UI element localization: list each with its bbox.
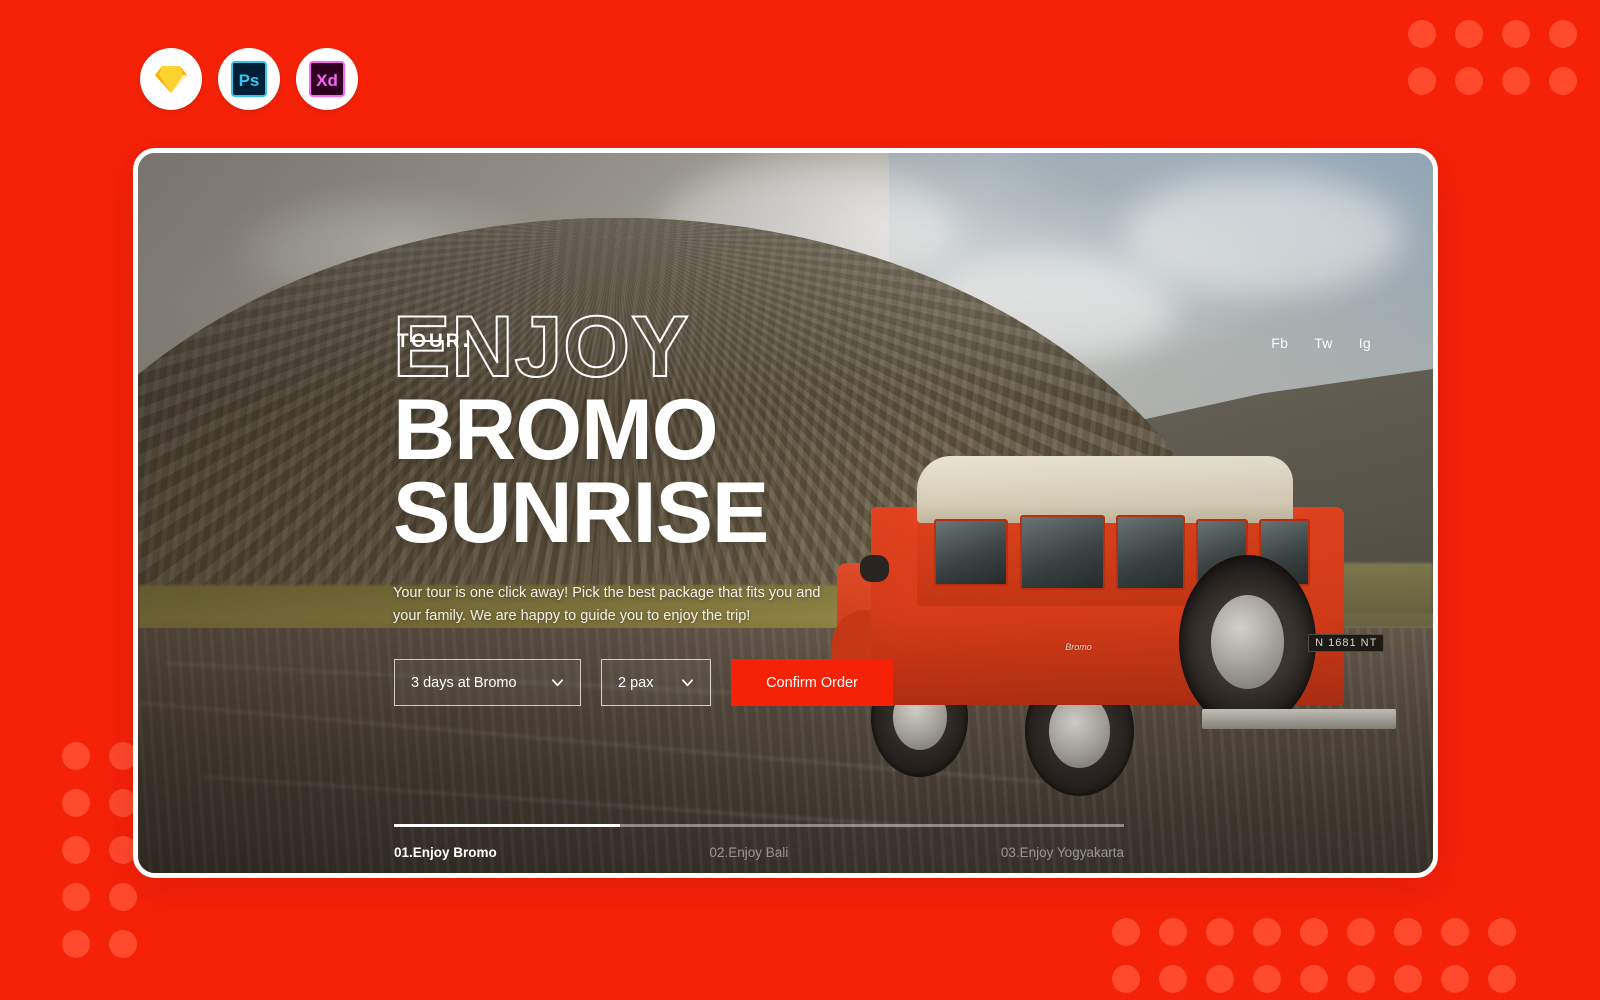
social-nav: Fb Tw Ig (1271, 335, 1371, 351)
confirm-order-button[interactable]: Confirm Order (731, 659, 893, 706)
nav-link-twitter[interactable]: Tw (1314, 335, 1333, 351)
app-badges: Ps Xd (140, 48, 358, 110)
package-select-value: 3 days at Bromo (411, 674, 517, 691)
sketch-icon[interactable] (140, 48, 202, 110)
slider-pagination: 01.Enjoy Bromo 02.Enjoy Bali 03.Enjoy Yo… (394, 845, 1124, 860)
hero-card: N 1681 NT Bromo TOUR. Fb Tw Ig ENJOY BRO… (133, 148, 1438, 878)
headline-line-2: BROMO (393, 382, 719, 479)
headline-outline: ENJOY (392, 299, 690, 395)
pax-select[interactable]: 2 pax (601, 659, 711, 706)
svg-text:Xd: Xd (316, 71, 338, 90)
pagination-item-3[interactable]: 03.Enjoy Yogyakarta (1001, 845, 1124, 860)
pax-select-value: 2 pax (618, 674, 654, 691)
chevron-down-icon (552, 679, 563, 687)
hero-subtitle: Your tour is one click away! Pick the be… (393, 585, 821, 625)
nav-link-instagram[interactable]: Ig (1359, 335, 1371, 351)
chevron-down-icon (682, 679, 693, 687)
nav-link-facebook[interactable]: Fb (1271, 335, 1288, 351)
pagination-item-2[interactable]: 02.Enjoy Bali (709, 845, 788, 860)
slider-progress-fill (394, 824, 621, 827)
svg-text:Ps: Ps (239, 71, 260, 90)
package-select[interactable]: 3 days at Bromo (394, 659, 581, 706)
headline-line-3: SUNRISE (393, 464, 769, 561)
photoshop-icon[interactable]: Ps (218, 48, 280, 110)
hero-content: TOUR. Fb Tw Ig ENJOY BROMO SUNRISE Your … (138, 153, 1433, 873)
slider-progress-track[interactable] (394, 824, 1124, 827)
page-title: ENJOY BROMO SUNRISE (392, 299, 769, 561)
booking-form: 3 days at Bromo 2 pax Confirm Order (394, 659, 893, 706)
adobe-xd-icon[interactable]: Xd (296, 48, 358, 110)
pagination-item-1[interactable]: 01.Enjoy Bromo (394, 845, 497, 860)
